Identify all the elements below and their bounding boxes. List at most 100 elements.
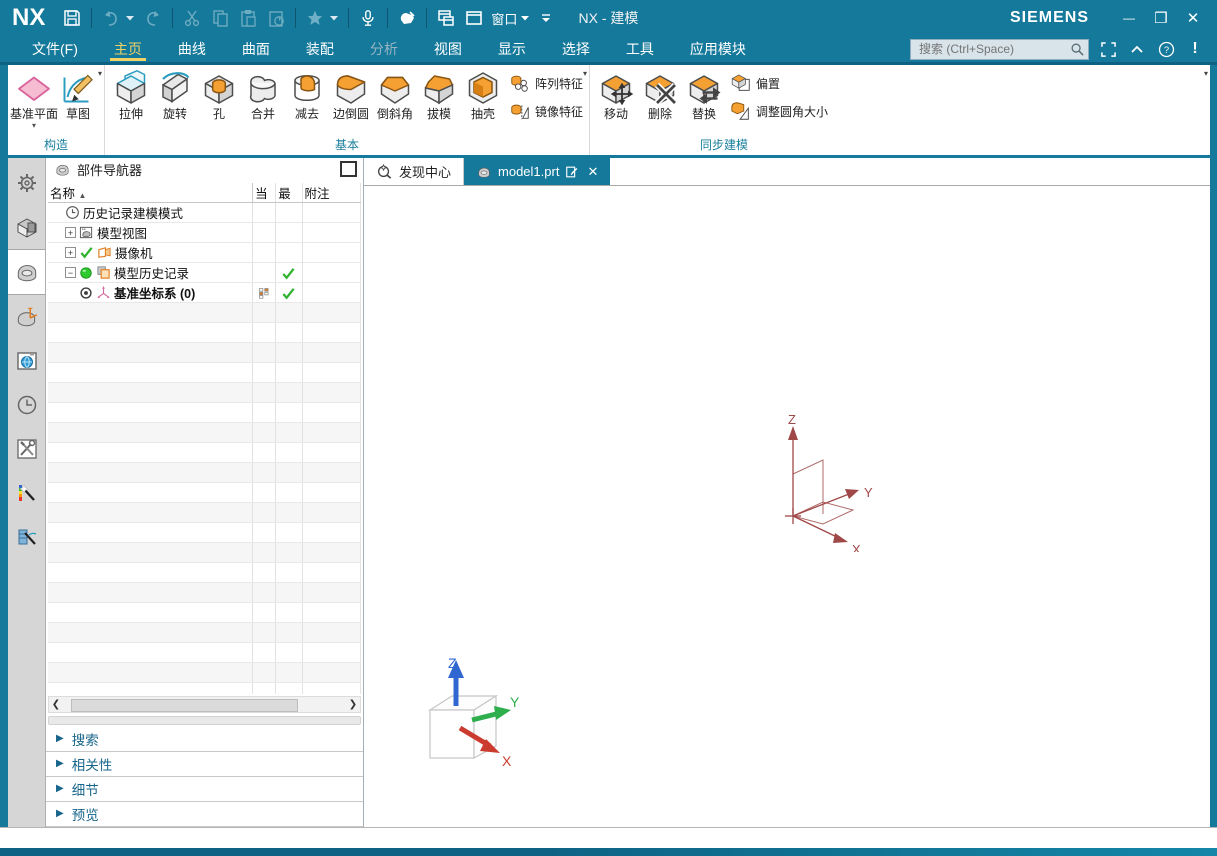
menu-tab-9[interactable]: 工具 <box>608 36 672 62</box>
cascade-windows-button[interactable] <box>433 5 459 31</box>
ribbon-button[interactable]: 抽壳 <box>461 67 505 121</box>
touch-mode-button[interactable] <box>394 5 420 31</box>
minimize-ribbon-icon[interactable] <box>1127 39 1147 59</box>
group-dialog-caret-icon[interactable]: ▾ <box>1204 69 1208 78</box>
chevron-down-icon[interactable] <box>521 15 533 21</box>
expand-icon[interactable]: + <box>65 227 76 238</box>
navigator-row-label[interactable]: 基准坐标系 (0) <box>114 283 195 302</box>
navigator-row-label[interactable]: 历史记录建模模式 <box>83 203 183 222</box>
ribbon-small-button[interactable]: 调整圆角大小 <box>730 99 828 123</box>
caret-down-icon[interactable] <box>126 15 138 21</box>
resource-tab-process-studio[interactable] <box>8 427 45 471</box>
ribbon-button[interactable]: 边倒圆 <box>329 67 373 121</box>
horizontal-scrollbar[interactable]: ❮ ❯ <box>48 696 361 713</box>
column-header-note[interactable]: 附注 <box>302 183 361 203</box>
menu-tab-7[interactable]: 显示 <box>480 36 544 62</box>
navigator-section-2[interactable]: ▶细节 <box>46 777 363 802</box>
ribbon-button[interactable]: 旋转 <box>153 67 197 121</box>
ribbon-button[interactable]: 拔模 <box>417 67 461 121</box>
ribbon-small-button[interactable]: 偏置 <box>730 71 828 95</box>
close-button[interactable]: ✕ <box>1179 6 1207 30</box>
ribbon-button[interactable]: 基准平面▾ <box>12 67 56 129</box>
collapse-icon[interactable]: − <box>65 267 76 278</box>
resource-tab-part-navigator[interactable] <box>8 249 45 295</box>
save-button[interactable] <box>59 5 85 31</box>
column-header-current[interactable]: 当 <box>253 183 276 203</box>
eye-icon[interactable] <box>79 286 93 300</box>
suppression-state-icon[interactable] <box>79 266 93 280</box>
navigator-section-3[interactable]: ▶预览 <box>46 802 363 827</box>
navigator-row[interactable]: − 模型历史记录 <box>48 263 361 283</box>
menu-tab-1[interactable]: 主页 <box>96 36 160 62</box>
navigator-section-1[interactable]: ▶相关性 <box>46 752 363 777</box>
tab-edit-icon[interactable] <box>565 165 579 179</box>
window-menu[interactable]: 窗口 <box>491 9 517 28</box>
scrollbar-thumb[interactable] <box>71 699 298 712</box>
ribbon-button[interactable]: 孔 <box>197 67 241 121</box>
expand-arrow-icon[interactable]: ▶ <box>56 758 64 769</box>
new-window-button[interactable] <box>461 5 487 31</box>
expand-arrow-icon[interactable]: ▶ <box>56 783 64 794</box>
document-tab-0[interactable]: 发现中心 <box>364 158 464 185</box>
ribbon-small-button[interactable]: 阵列特征 <box>509 71 583 95</box>
ribbon-button[interactable]: 倒斜角 <box>373 67 417 121</box>
minimize-button[interactable]: — <box>1115 6 1143 30</box>
ribbon-button[interactable]: 草图 <box>56 67 100 121</box>
chevron-down-icon[interactable]: ▾ <box>32 122 36 129</box>
expand-arrow-icon[interactable]: ▶ <box>56 808 64 819</box>
ribbon-button[interactable]: 合并 <box>241 67 285 121</box>
command-search[interactable] <box>910 39 1089 60</box>
ribbon-button[interactable]: 替换 <box>682 67 726 121</box>
navigator-section-0[interactable]: ▶搜索 <box>46 727 363 752</box>
ribbon-button[interactable]: 拉伸 <box>109 67 153 121</box>
resource-tab-roles[interactable] <box>8 471 45 515</box>
resource-tab-history[interactable] <box>8 383 45 427</box>
menu-tab-8[interactable]: 选择 <box>544 36 608 62</box>
model-canvas[interactable]: Z Y X <box>364 186 1210 827</box>
search-icon[interactable] <box>1070 42 1085 57</box>
navigator-row[interactable]: + 摄像机 <box>48 243 361 263</box>
navigator-row[interactable]: + 模型视图 <box>48 223 361 243</box>
expand-arrow-icon[interactable]: ▶ <box>56 733 64 744</box>
navigator-row[interactable]: 基准坐标系 (0) <box>48 283 361 303</box>
panel-window-button[interactable] <box>340 161 357 177</box>
favorites-button[interactable] <box>302 5 328 31</box>
panel-splitter[interactable] <box>48 716 361 725</box>
menu-tab-4[interactable]: 装配 <box>288 36 352 62</box>
expand-icon[interactable]: + <box>65 247 76 258</box>
resource-tab-constraint-navigator[interactable] <box>8 295 45 339</box>
menu-tab-0[interactable]: 文件(F) <box>14 36 96 62</box>
group-dialog-caret-icon[interactable]: ▾ <box>583 69 587 78</box>
group-dialog-caret-icon[interactable]: ▾ <box>98 69 102 78</box>
fullscreen-icon[interactable] <box>1098 39 1118 59</box>
maximize-button[interactable]: ❒ <box>1147 6 1175 30</box>
ribbon-button[interactable]: 删除 <box>638 67 682 121</box>
navigator-row-label[interactable]: 模型视图 <box>97 223 147 242</box>
datum-csys[interactable]: Z Y X <box>769 414 885 552</box>
search-input[interactable] <box>917 41 1070 57</box>
document-tab-1[interactable]: model1.prt✕ <box>464 158 610 185</box>
menu-tab-10[interactable]: 应用模块 <box>672 36 764 62</box>
menu-tab-2[interactable]: 曲线 <box>160 36 224 62</box>
navigator-row-label[interactable]: 摄像机 <box>115 243 153 262</box>
ribbon-button[interactable]: 减去 <box>285 67 329 121</box>
column-header-latest[interactable]: 最 <box>276 183 302 203</box>
scroll-right-arrow[interactable]: ❯ <box>346 698 360 711</box>
resource-tab-system-scenes[interactable] <box>8 515 45 559</box>
scroll-left-arrow[interactable]: ❮ <box>49 698 63 711</box>
navigator-row[interactable]: 历史记录建模模式 <box>48 203 361 223</box>
menu-tab-6[interactable]: 视图 <box>416 36 480 62</box>
column-header-name[interactable]: 名称 ▲ <box>48 183 253 203</box>
menu-tab-5[interactable]: 分析 <box>352 36 416 62</box>
menu-tab-3[interactable]: 曲面 <box>224 36 288 62</box>
caret-down-icon[interactable] <box>330 15 342 21</box>
close-tab-icon[interactable]: ✕ <box>587 164 598 180</box>
ribbon-button[interactable]: 移动 <box>594 67 638 121</box>
resource-tab-assembly-navigator[interactable] <box>8 205 45 249</box>
help-icon[interactable]: ? <box>1156 39 1176 59</box>
resource-tab-resource-bar-options[interactable] <box>8 161 45 205</box>
ribbon-small-button[interactable]: 镜像特征 <box>509 99 583 123</box>
navigator-row-label[interactable]: 模型历史记录 <box>114 263 189 282</box>
scrollbar-track[interactable] <box>63 698 346 711</box>
command-finder-icon[interactable]: ! <box>1185 39 1205 59</box>
